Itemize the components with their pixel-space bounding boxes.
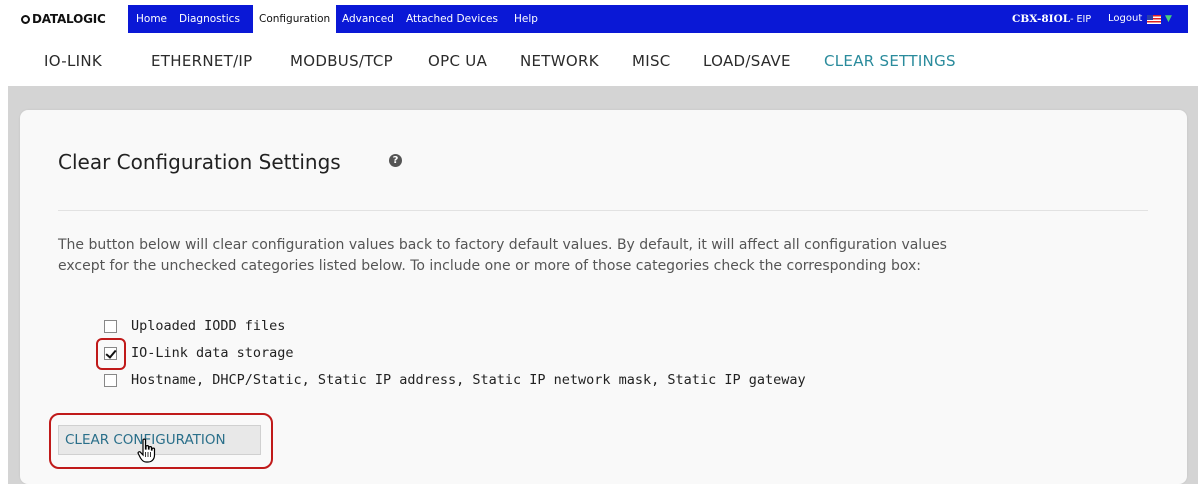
device-model-suffix: - EIP — [1070, 14, 1092, 25]
tab-configuration[interactable]: Configuration — [253, 5, 337, 33]
checkbox-io-link-storage[interactable] — [104, 347, 117, 360]
logo-text: DATALOGIC — [32, 12, 106, 26]
logo-mark-icon — [21, 14, 30, 24]
device-model: CBX-8IOL- EIP — [1012, 5, 1091, 33]
clear-configuration-button[interactable]: CLEAR CONFIGURATION — [58, 425, 261, 455]
tab-home[interactable]: Home — [130, 5, 173, 33]
divider — [58, 210, 1148, 211]
label-uploaded-iodd: Uploaded IODD files — [131, 318, 286, 334]
tab-help[interactable]: Help — [508, 5, 544, 33]
tab-diagnostics[interactable]: Diagnostics — [173, 5, 246, 33]
description: The button below will clear configuratio… — [58, 235, 1168, 277]
us-flag-icon[interactable] — [1147, 15, 1161, 24]
tab-attached-devices[interactable]: Attached Devices — [400, 5, 504, 33]
subtab-clear-settings[interactable]: CLEAR SETTINGS — [824, 52, 956, 70]
subtab-ethernet-ip[interactable]: ETHERNET/IP — [151, 52, 253, 70]
label-network-settings: Hostname, DHCP/Static, Static IP address… — [131, 372, 806, 388]
hand-pointer-icon — [137, 438, 159, 464]
subtab-io-link[interactable]: IO-LINK — [44, 52, 102, 70]
main-nav: Home Diagnostics Configuration Advanced … — [128, 5, 1188, 33]
subtab-misc[interactable]: MISC — [632, 52, 671, 70]
subtab-network[interactable]: NETWORK — [520, 52, 599, 70]
checkbox-uploaded-iodd[interactable] — [104, 320, 117, 333]
config-subnav: IO-LINK ETHERNET/IP MODBUS/TCP OPC UA NE… — [0, 52, 1198, 82]
label-io-link-storage: IO-Link data storage — [131, 345, 294, 361]
question-circle-icon[interactable]: ? — [389, 154, 402, 167]
subtab-opc-ua[interactable]: OPC UA — [428, 52, 487, 70]
subtab-modbus-tcp[interactable]: MODBUS/TCP — [290, 52, 393, 70]
subtab-load-save[interactable]: LOAD/SAVE — [703, 52, 791, 70]
description-line-2: except for the unchecked categories list… — [58, 258, 921, 274]
page-title: Clear Configuration Settings — [58, 150, 341, 174]
tab-advanced[interactable]: Advanced — [336, 5, 400, 33]
description-line-1: The button below will clear configuratio… — [58, 237, 947, 253]
logout-link[interactable]: Logout — [1108, 5, 1142, 33]
language-dropdown-icon[interactable]: ▼ — [1165, 14, 1172, 24]
device-model-name: CBX-8IOL — [1012, 13, 1071, 25]
checkbox-network-settings[interactable] — [104, 374, 117, 387]
datalogic-logo: DATALOGIC — [21, 10, 106, 28]
top-bar: DATALOGIC Home Diagnostics Configuration… — [0, 0, 1198, 38]
